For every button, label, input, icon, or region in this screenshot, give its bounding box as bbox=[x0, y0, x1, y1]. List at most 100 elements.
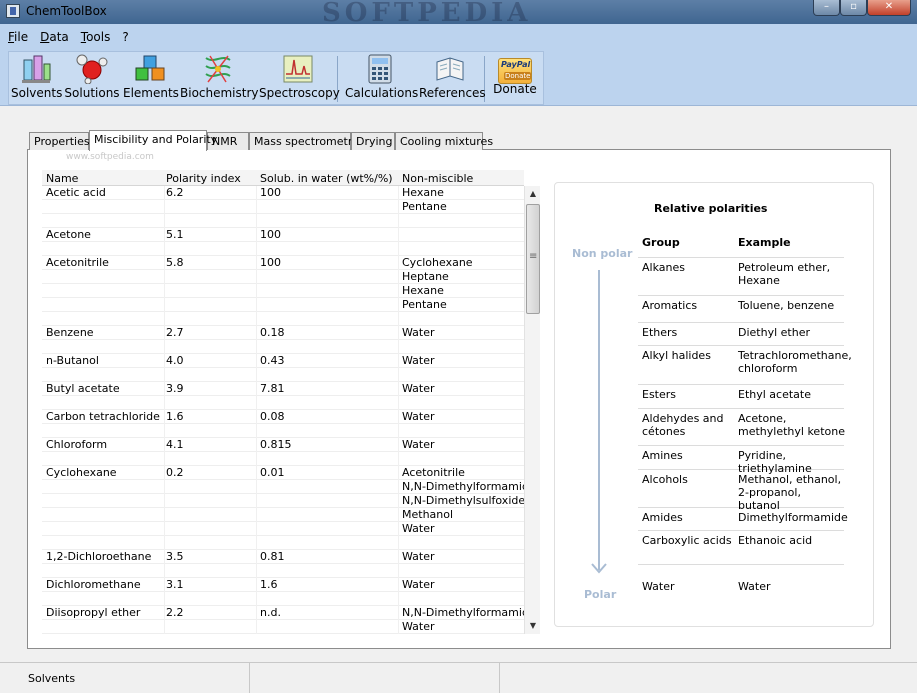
table-row[interactable] bbox=[42, 452, 524, 466]
table-cell: Water bbox=[402, 410, 435, 423]
column-divider bbox=[256, 186, 257, 634]
column-header[interactable]: Name bbox=[46, 172, 78, 185]
table-row[interactable] bbox=[42, 424, 524, 438]
table-row[interactable] bbox=[42, 368, 524, 382]
table-cell: Acetic acid bbox=[46, 186, 106, 199]
table-row[interactable]: Chloroform 4.1 0.815 Water bbox=[42, 438, 524, 452]
maximize-button[interactable]: ▫ bbox=[840, 0, 867, 16]
tab-cooling-mixtures[interactable]: Cooling mixtures bbox=[395, 132, 493, 150]
table-row[interactable]: Pentane bbox=[42, 298, 524, 312]
table-cell: 1.6 bbox=[166, 410, 184, 423]
table-cell: 0.01 bbox=[260, 466, 285, 479]
group-cell: Aldehydes and cétones bbox=[642, 412, 724, 438]
column-header[interactable]: Solub. in water (wt%/%) bbox=[260, 172, 393, 185]
table-row[interactable]: N,N-Dimethylformamide bbox=[42, 480, 536, 494]
app-icon bbox=[6, 4, 20, 18]
table-row[interactable]: Butyl acetate 3.9 7.81 Water bbox=[42, 382, 524, 396]
scroll-down-arrow-icon[interactable]: ▼ bbox=[525, 618, 541, 634]
table-body: Acetic acid 6.2 100 Hexane Pentane Acetone 5.1… bbox=[42, 186, 536, 634]
group-cell: Alkanes bbox=[642, 261, 685, 274]
table-cell: 3.9 bbox=[166, 382, 184, 395]
toolbar-solvents-button[interactable]: Solvents bbox=[11, 54, 63, 104]
column-divider bbox=[164, 186, 165, 634]
table-row[interactable]: Heptane bbox=[42, 270, 524, 284]
table-row[interactable]: Acetonitrile 5.8 100 Cyclohexane bbox=[42, 256, 524, 270]
polarity-row: Carboxylic acids Ethanoic acid bbox=[638, 531, 844, 565]
column-header[interactable]: Non-miscible bbox=[402, 172, 473, 185]
table-cell: 0.2 bbox=[166, 466, 184, 479]
table-row[interactable]: Hexane bbox=[42, 284, 524, 298]
table-row[interactable]: Water bbox=[42, 620, 524, 634]
table-cell: Cyclohexane bbox=[46, 466, 117, 479]
table-scrollbar[interactable]: ▲ ▼ bbox=[524, 186, 540, 634]
toolbar-solutions-button[interactable]: Solutions bbox=[64, 54, 120, 104]
toolbar-button-label: Donate bbox=[493, 82, 537, 96]
table-row[interactable] bbox=[42, 242, 524, 256]
polarity-row: Amides Dimethylformamide bbox=[638, 508, 848, 531]
table-row[interactable]: N,N-Dimethylsulfoxide bbox=[42, 494, 525, 508]
scroll-thumb[interactable] bbox=[526, 204, 540, 314]
table-row[interactable]: Dichloromethane 3.1 1.6 Water bbox=[42, 578, 524, 592]
toolbar-references-button[interactable]: References bbox=[419, 54, 486, 104]
group-cell: Alkyl halides bbox=[642, 349, 711, 362]
table-cell: Heptane bbox=[402, 270, 449, 283]
table-cell: Hexane bbox=[402, 186, 444, 199]
table-cell: 4.1 bbox=[166, 438, 184, 451]
paypal-donate-text: Donate bbox=[504, 72, 532, 80]
toolbar-button-label: Solvents bbox=[11, 86, 63, 100]
toolbar-button-label: Solutions bbox=[64, 86, 120, 100]
group-cell: Alcohols bbox=[642, 473, 688, 486]
toolbar-elements-button[interactable]: Elements bbox=[123, 54, 179, 104]
menu-item-tools[interactable]: Tools bbox=[81, 30, 111, 44]
table-cell: Pentane bbox=[402, 200, 447, 213]
tab-miscibility-and-polarity[interactable]: Miscibility and Polarity bbox=[89, 130, 217, 151]
table-row[interactable]: Carbon tetrachloride 1.6 0.08 Water bbox=[42, 410, 524, 424]
table-row[interactable]: Cyclohexane 0.2 0.01 Acetonitrile bbox=[42, 466, 524, 480]
table-row[interactable] bbox=[42, 564, 524, 578]
table-row[interactable]: Acetic acid 6.2 100 Hexane bbox=[42, 186, 524, 200]
tab-drying[interactable]: Drying bbox=[351, 132, 395, 150]
table-row[interactable]: Acetone 5.1 100 bbox=[42, 228, 524, 242]
close-button[interactable]: ✕ bbox=[867, 0, 911, 16]
table-row[interactable] bbox=[42, 592, 524, 606]
tab-properties[interactable]: Properties bbox=[29, 132, 90, 150]
table-row[interactable]: n-Butanol 4.0 0.43 Water bbox=[42, 354, 524, 368]
table-row[interactable]: 1,2-Dichloroethane 3.5 0.81 Water bbox=[42, 550, 524, 564]
table-cell: Carbon tetrachloride bbox=[46, 410, 160, 423]
table-row[interactable]: Benzene 2.7 0.18 Water bbox=[42, 326, 524, 340]
scroll-up-arrow-icon[interactable]: ▲ bbox=[525, 186, 541, 202]
toolbar-donate-button[interactable]: PayPal Donate Donate bbox=[490, 54, 540, 104]
column-header[interactable]: Polarity index bbox=[166, 172, 241, 185]
menu-item-data[interactable]: Data bbox=[40, 30, 69, 44]
table-row[interactable] bbox=[42, 312, 524, 326]
table-row[interactable]: Diisopropyl ether 2.2 n.d. N,N-Dimethylform… bbox=[42, 606, 536, 620]
menu-item-help[interactable]: ? bbox=[122, 30, 128, 44]
toolbar-calculations-button[interactable]: Calculations bbox=[345, 54, 418, 104]
group-header: Group bbox=[642, 236, 680, 249]
polarity-arrow-line bbox=[598, 270, 600, 570]
menu-item-file[interactable]: File bbox=[8, 30, 28, 44]
table-cell: Benzene bbox=[46, 326, 94, 339]
table-row[interactable] bbox=[42, 396, 524, 410]
table-row[interactable] bbox=[42, 214, 524, 228]
table-row[interactable]: Pentane bbox=[42, 200, 524, 214]
table-cell: 2.2 bbox=[166, 606, 184, 619]
table-cell: Water bbox=[402, 578, 435, 591]
tab-mass-spectrometry[interactable]: Mass spectrometry bbox=[249, 132, 359, 150]
table-cell: Water bbox=[402, 522, 435, 535]
group-cell: Amides bbox=[642, 511, 683, 524]
polarity-row: Alkanes Petroleum ether, Hexane bbox=[638, 258, 844, 296]
toolbar: Solvents Solutions Elements Biochemistry Spe… bbox=[8, 51, 544, 105]
toolbar-biochemistry-button[interactable]: Biochemistry bbox=[180, 54, 259, 104]
table-row[interactable]: Methanol bbox=[42, 508, 524, 522]
table-cell: Butyl acetate bbox=[46, 382, 120, 395]
table-cell: Water bbox=[402, 354, 435, 367]
minimize-button[interactable]: – bbox=[813, 0, 840, 16]
toolbar-button-label: Biochemistry bbox=[180, 86, 259, 100]
arrow-down-icon bbox=[591, 563, 607, 574]
table-row[interactable] bbox=[42, 536, 524, 550]
table-row[interactable]: Water bbox=[42, 522, 524, 536]
title-bar: ChemToolBox SOFTPEDIA – ▫ ✕ bbox=[0, 0, 917, 28]
table-row[interactable] bbox=[42, 340, 524, 354]
toolbar-spectroscopy-button[interactable]: Spectroscopy bbox=[259, 54, 340, 104]
